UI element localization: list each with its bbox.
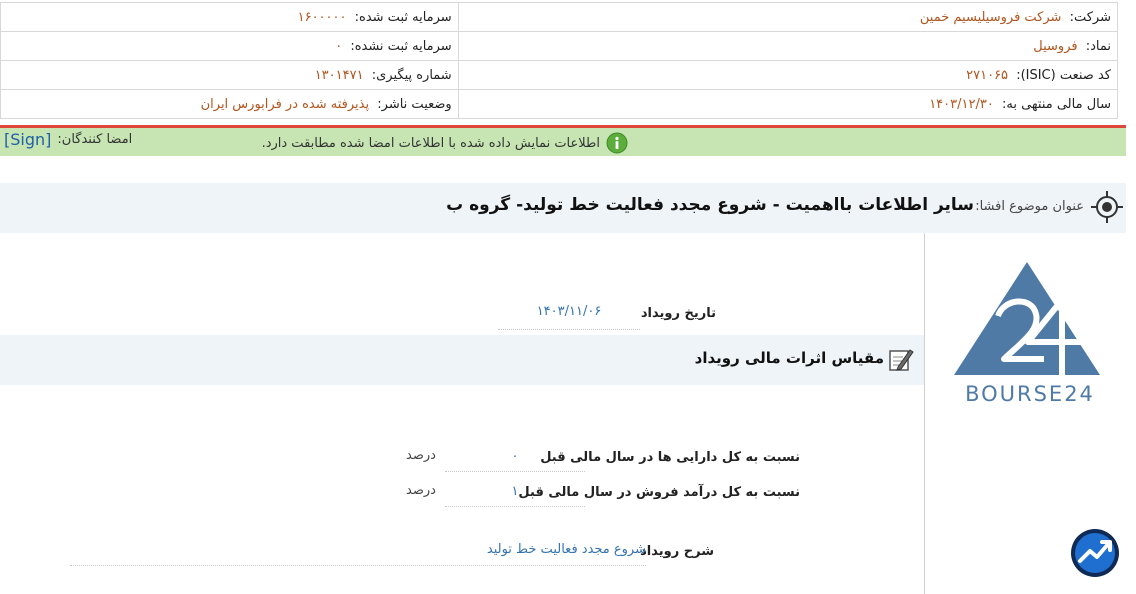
symbol-label: نماد: [1085, 38, 1111, 54]
signers: امضا کنندگان: [Sign] [4, 130, 132, 149]
fiscal-year-label: سال مالی منتهی به: [1001, 96, 1111, 112]
floating-action-button[interactable] [1070, 528, 1120, 578]
revenue-ratio-value: ۱ [445, 483, 585, 507]
subject-bar: عنوان موضوع افشا: سایر اطلاعات بااهمیت -… [0, 183, 1126, 233]
unregistered-capital-cell: سرمایه ثبت نشده: ۰ [0, 31, 459, 61]
company-cell: شرکت: شرکت فروسیلیسیم خمین [457, 2, 1119, 32]
financial-section-title: مقیاس اثرات مالی رویداد [694, 349, 884, 367]
edit-icon [889, 349, 914, 371]
side-divider [924, 233, 925, 594]
subject-label: عنوان موضوع افشا: [975, 199, 1084, 214]
signers-label: امضا کنندگان: [57, 132, 133, 147]
fiscal-year-value: ۱۴۰۳/۱۲/۳۰ [929, 96, 994, 112]
registered-capital-value: ۱۶۰۰۰۰۰ [297, 9, 347, 25]
company-info-table: شرکت: شرکت فروسیلیسیم خمین سرمایه ثبت شد… [0, 2, 1119, 119]
subject-title: سایر اطلاعات بااهمیت - شروع مجدد فعالیت … [446, 195, 974, 215]
signature-bar: اطلاعات نمایش داده شده با اطلاعات امضا ش… [0, 128, 1126, 156]
revenue-ratio-unit: درصد [406, 483, 436, 498]
unregistered-capital-value: ۰ [335, 38, 343, 54]
bourse24-logo: BOURSE24 [954, 262, 1100, 406]
tracking-label: شماره پیگیری: [371, 67, 452, 83]
publisher-status-value: پذیرفته شده در فرابورس ایران [200, 96, 370, 112]
isic-cell: کد صنعت (ISIC): ۲۷۱۰۶۵ [457, 60, 1119, 90]
info-row: سال مالی منتهی به: ۱۴۰۳/۱۲/۳۰ وضعیت ناشر… [0, 89, 1119, 119]
unregistered-capital-label: سرمایه ثبت نشده: [350, 38, 452, 54]
assets-ratio-value: ۰ [445, 448, 585, 472]
publisher-status-cell: وضعیت ناشر: پذیرفته شده در فرابورس ایران [0, 89, 459, 119]
company-value: شرکت فروسیلیسیم خمین [919, 9, 1062, 25]
event-date-label: تاریخ رویداد [640, 306, 716, 321]
info-icon [606, 132, 628, 154]
info-row: شرکت: شرکت فروسیلیسیم خمین سرمایه ثبت شد… [0, 2, 1119, 32]
symbol-value[interactable]: فروسیل [1033, 39, 1077, 54]
event-description-value: شروع مجدد فعالیت خط تولید [70, 540, 646, 566]
tracking-value: ۱۳۰۱۴۷۱ [314, 67, 364, 83]
info-row: نماد: فروسیل سرمایه ثبت نشده: ۰ [0, 31, 1119, 61]
event-description-label: شرح رویداد [640, 544, 714, 559]
isic-value: ۲۷۱۰۶۵ [966, 67, 1009, 83]
logo-text: BOURSE24 [965, 382, 1095, 406]
company-label: شرکت: [1069, 9, 1111, 25]
signature-message-text: اطلاعات نمایش داده شده با اطلاعات امضا ش… [261, 135, 600, 151]
signature-message: اطلاعات نمایش داده شده با اطلاعات امضا ش… [262, 132, 628, 154]
info-row: کد صنعت (ISIC): ۲۷۱۰۶۵ شماره پیگیری: ۱۳۰… [0, 60, 1119, 90]
publisher-status-label: وضعیت ناشر: [377, 96, 452, 112]
fiscal-year-cell: سال مالی منتهی به: ۱۴۰۳/۱۲/۳۰ [457, 89, 1119, 119]
financial-section-bar: مقیاس اثرات مالی رویداد [0, 335, 924, 385]
target-icon [1091, 191, 1123, 223]
registered-capital-label: سرمایه ثبت شده: [354, 9, 452, 25]
event-date-value: ۱۴۰۳/۱۱/۰۶ [498, 302, 640, 330]
sign-link[interactable]: [Sign] [4, 130, 51, 149]
registered-capital-cell: سرمایه ثبت شده: ۱۶۰۰۰۰۰ [0, 2, 459, 32]
symbol-cell: نماد: فروسیل [457, 31, 1119, 61]
tracking-cell: شماره پیگیری: ۱۳۰۱۴۷۱ [0, 60, 459, 90]
assets-ratio-unit: درصد [406, 448, 436, 463]
isic-label: کد صنعت (ISIC): [1016, 67, 1111, 83]
